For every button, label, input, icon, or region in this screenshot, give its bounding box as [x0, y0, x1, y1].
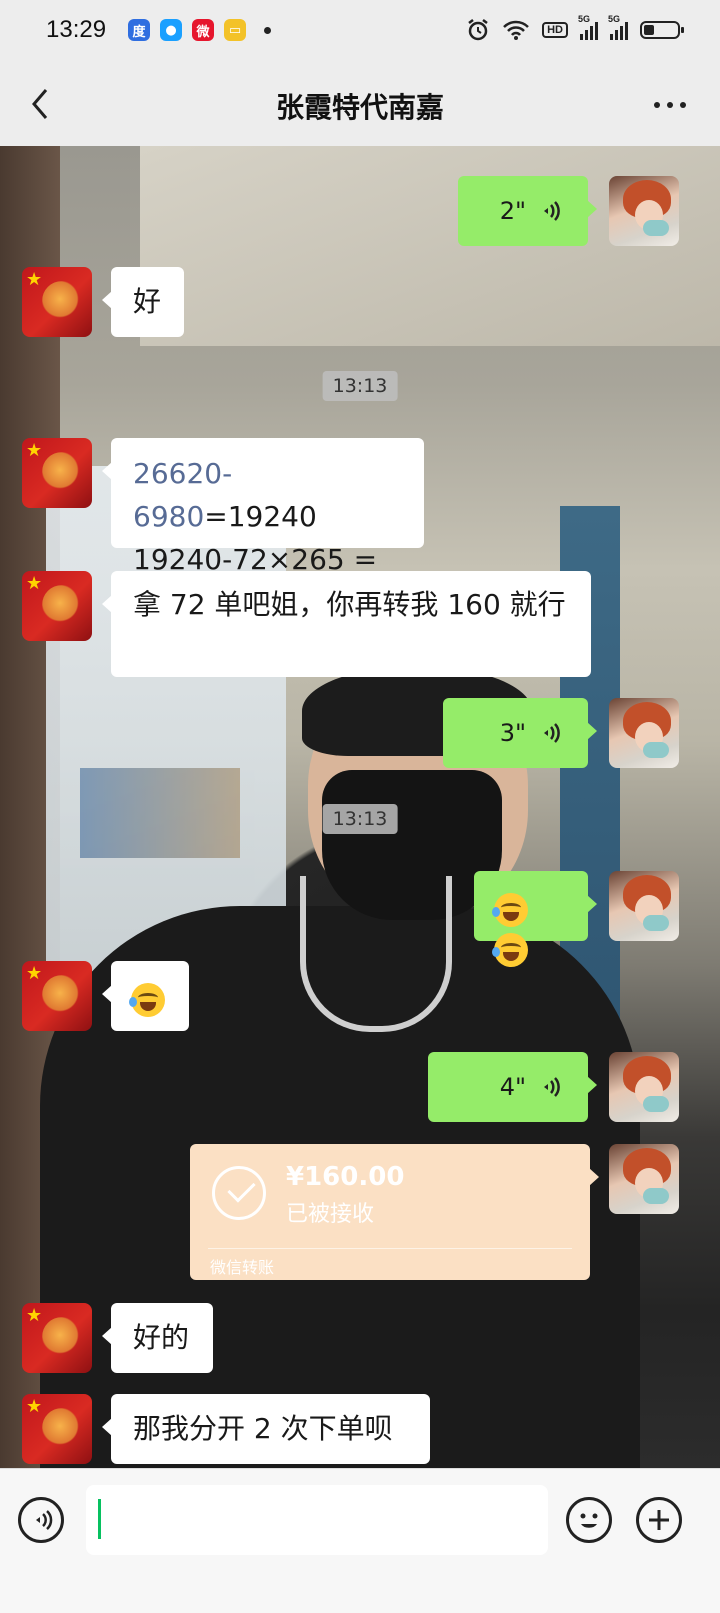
emoji-message-bubble[interactable]: [474, 871, 597, 967]
voice-input-toggle-icon[interactable]: [18, 1497, 64, 1543]
text-message-bubble[interactable]: 26620-6980=19240 19240-72×265 = 160: [102, 438, 424, 619]
add-attachment-icon[interactable]: [636, 1497, 682, 1543]
text-message-bubble[interactable]: 那我分开 2 次下单呗: [102, 1394, 430, 1464]
chat-title: 张霞特代南嘉: [275, 91, 444, 124]
alarm-icon: [468, 19, 488, 41]
my-avatar[interactable]: [609, 1144, 679, 1214]
voice-message-bubble[interactable]: 4": [428, 1052, 597, 1122]
emoji-message-bubble[interactable]: [102, 961, 189, 1031]
message-timestamp: 13:13: [322, 371, 398, 401]
voice-wave-icon: [544, 1077, 560, 1097]
my-avatar[interactable]: [609, 176, 679, 246]
my-avatar[interactable]: [609, 698, 679, 768]
more-options-icon[interactable]: [654, 102, 686, 108]
text-message-bubble[interactable]: 好的: [102, 1303, 213, 1373]
contact-avatar[interactable]: ★: [22, 438, 92, 508]
contact-avatar[interactable]: ★: [22, 571, 92, 641]
message-timestamp: 13:13: [322, 804, 398, 834]
transfer-divider: [208, 1248, 572, 1249]
contact-avatar[interactable]: ★: [22, 1394, 92, 1464]
status-bar: 13:29 度 ● 微 ▭ HD 5G 5G: [0, 0, 720, 64]
baidu-app-icon: 度: [128, 19, 150, 41]
voice-message-bubble[interactable]: 3": [443, 698, 597, 768]
text-message-bubble[interactable]: 拿 72 单吧姐，你再转我 160 就行: [102, 571, 591, 677]
voice-duration: 4": [499, 1073, 526, 1101]
circle-app-icon: ●: [160, 19, 182, 41]
money-transfer-card[interactable]: ¥160.00 已被接收 微信转账: [190, 1144, 599, 1280]
voice-duration: 3": [499, 719, 526, 747]
emoji-picker-icon[interactable]: [566, 1497, 612, 1543]
laughing-crying-emoji-icon: [129, 983, 165, 1017]
hd-voice-icon: HD: [542, 22, 568, 38]
message-text-input[interactable]: [86, 1485, 548, 1555]
laughing-crying-emoji-icon: [492, 933, 528, 967]
text-cursor: [98, 1499, 101, 1539]
status-time: 13:29: [46, 16, 107, 43]
transfer-status: 已被接收: [286, 1202, 375, 1227]
text-message-bubble[interactable]: 好: [102, 267, 184, 337]
weibo-app-icon: 微: [192, 19, 214, 41]
my-avatar[interactable]: [609, 871, 679, 941]
chat-message-list[interactable]: 2" ★ 好 13:13 ★ 26620-6980=19240 19240-72…: [0, 146, 720, 1468]
message-input-bar: [0, 1468, 720, 1613]
checkmark-icon: [212, 1166, 266, 1220]
notification-icons: 度 ● 微 ▭: [128, 19, 271, 41]
my-avatar[interactable]: [609, 1052, 679, 1122]
chat-header: 张霞特代南嘉: [0, 64, 720, 146]
signal-2-icon: 5G: [608, 14, 628, 40]
voice-wave-icon: [544, 201, 560, 221]
more-notifications-dot: [264, 26, 271, 34]
signal-1-icon: 5G: [578, 14, 598, 40]
system-icons: HD 5G 5G: [466, 14, 684, 42]
voice-duration: 2": [499, 197, 526, 225]
laughing-crying-emoji-icon: [492, 893, 528, 927]
battery-icon: [640, 21, 684, 39]
voice-wave-icon: [544, 723, 560, 743]
wifi-icon: [503, 20, 529, 40]
contact-avatar[interactable]: ★: [22, 267, 92, 337]
contact-avatar[interactable]: ★: [22, 961, 92, 1031]
transfer-footer: 微信转账: [210, 1258, 275, 1277]
transfer-amount: ¥160.00: [286, 1162, 405, 1192]
contact-avatar[interactable]: ★: [22, 1303, 92, 1373]
notes-app-icon: ▭: [224, 19, 246, 41]
voice-message-bubble[interactable]: 2": [458, 176, 597, 246]
